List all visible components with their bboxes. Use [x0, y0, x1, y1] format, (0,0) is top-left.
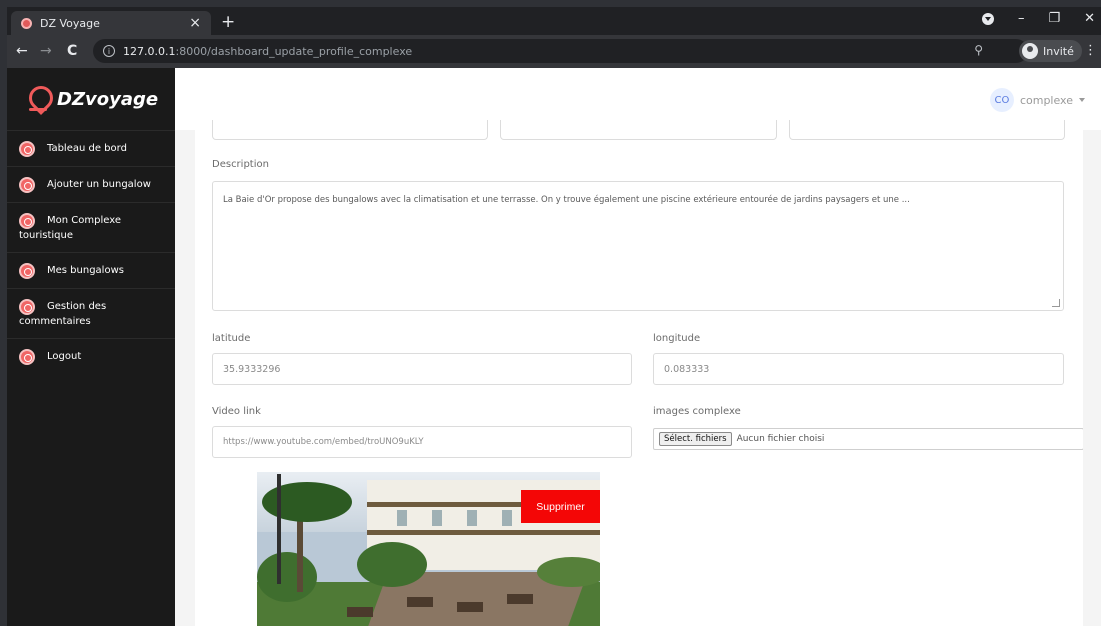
zoom-icon[interactable]: ⚲ — [974, 43, 983, 57]
sidebar-item-label-line1: Mon Complexe — [47, 215, 121, 226]
site-info-icon[interactable]: i — [103, 45, 115, 57]
latitude-value: 35.9333296 — [223, 363, 281, 375]
add-icon — [19, 177, 35, 193]
sidebar-item-label-line1: Gestion des — [47, 301, 107, 312]
latitude-label: latitude — [212, 333, 251, 344]
longitude-value: 0.083333 — [664, 363, 710, 375]
image-window — [432, 510, 442, 526]
home-icon — [19, 263, 35, 279]
description-label: Description — [212, 159, 269, 170]
minimize-button[interactable]: – — [1018, 11, 1025, 26]
sidebar-item-label: Logout — [47, 351, 82, 362]
image-bush — [357, 542, 427, 587]
images-file-input[interactable]: Sélect. fichiers Aucun fichier choisi — [653, 428, 1084, 450]
user-menu[interactable]: CO complexe — [989, 88, 1085, 112]
form-field[interactable] — [212, 120, 489, 140]
description-textarea[interactable]: La Baie d'Or propose des bungalows avec … — [212, 181, 1064, 311]
sidebar-item-label-line2: touristique — [19, 230, 74, 241]
image-table — [347, 607, 373, 617]
sidebar-item-logout[interactable]: Logout — [7, 338, 175, 374]
video-link-label: Video link — [212, 406, 261, 417]
address-bar[interactable]: i 127.0.0.1 :8000/dashboard_update_profi… — [93, 39, 1028, 63]
browser-tab[interactable]: DZ Voyage × — [11, 11, 211, 35]
image-window — [397, 510, 407, 526]
complex-image: Supprimer — [257, 472, 600, 626]
sidebar-item-add-bungalow[interactable]: Ajouter un bungalow — [7, 166, 175, 202]
scrollbar[interactable] — [1083, 130, 1101, 626]
image-window — [467, 510, 477, 526]
choose-files-button[interactable]: Sélect. fichiers — [659, 432, 732, 446]
main-content: CO complexe Description La Baie d'Or pro… — [175, 68, 1101, 626]
profile-form-card: Description La Baie d'Or propose des bun… — [195, 120, 1084, 626]
forward-icon[interactable]: → — [40, 43, 52, 59]
image-window — [502, 510, 512, 526]
image-palm-fronds — [262, 482, 352, 522]
sidebar-item-comments[interactable]: Gestion des commentaires — [7, 288, 175, 338]
sidebar-item-label: Mes bungalows — [47, 265, 124, 276]
tab-search-icon[interactable] — [981, 12, 994, 25]
chevron-down-icon — [1079, 98, 1085, 102]
browser-tab-bar: DZ Voyage × + – ❐ ✕ — [7, 7, 1101, 35]
sidebar: DZvoyage Tableau de bord Ajouter un bung… — [7, 68, 175, 626]
profile-button[interactable]: Invité — [1019, 40, 1082, 62]
resize-handle-icon[interactable] — [1052, 299, 1060, 307]
sidebar-item-dashboard[interactable]: Tableau de bord — [7, 130, 175, 166]
form-field[interactable] — [500, 120, 777, 140]
image-table — [407, 597, 433, 607]
sidebar-item-my-bungalows[interactable]: Mes bungalows — [7, 252, 175, 288]
image-table — [457, 602, 483, 612]
sidebar-item-label-line2: commentaires — [19, 316, 91, 327]
images-label: images complexe — [653, 406, 741, 417]
sidebar-item-label: Tableau de bord — [47, 143, 127, 154]
delete-image-button[interactable]: Supprimer — [521, 490, 600, 523]
url-host: 127.0.0.1 — [123, 44, 176, 58]
profile-label: Invité — [1043, 44, 1074, 58]
latitude-input[interactable]: 35.9333296 — [212, 353, 632, 385]
image-bush — [257, 552, 317, 602]
user-icon — [19, 213, 35, 229]
profile-avatar-icon — [1022, 43, 1038, 59]
longitude-input[interactable]: 0.083333 — [653, 353, 1064, 385]
longitude-label: longitude — [653, 333, 701, 344]
restore-button[interactable]: ❐ — [1048, 11, 1060, 26]
brand-logo[interactable]: DZvoyage — [7, 68, 175, 130]
window-controls: – ❐ ✕ — [981, 11, 1095, 26]
sidebar-item-label: Ajouter un bungalow — [47, 179, 151, 190]
form-field[interactable] — [788, 120, 1065, 140]
favicon-icon — [21, 17, 32, 29]
image-table — [507, 594, 533, 604]
video-link-input[interactable]: https://www.youtube.com/embed/troUNO9uKL… — [212, 426, 632, 458]
comments-icon — [19, 299, 35, 315]
image-lamp-post — [277, 474, 281, 584]
tab-title: DZ Voyage — [40, 16, 100, 30]
close-window-button[interactable]: ✕ — [1084, 11, 1095, 26]
url-path: :8000/dashboard_update_profile_complexe — [175, 44, 413, 58]
user-avatar: CO — [989, 88, 1014, 112]
back-icon[interactable]: ← — [16, 43, 28, 59]
video-link-value: https://www.youtube.com/embed/troUNO9uKL… — [223, 437, 424, 447]
username: complexe — [1019, 93, 1073, 107]
image-balcony — [367, 530, 600, 535]
description-value: La Baie d'Or propose des bungalows avec … — [223, 195, 910, 205]
power-icon — [19, 349, 35, 365]
top-field-row — [212, 120, 1065, 140]
brand-name: DZvoyage — [57, 88, 159, 110]
tab-close-icon[interactable]: × — [189, 15, 201, 31]
dashboard-icon — [19, 141, 35, 157]
location-pin-icon — [27, 86, 49, 112]
reload-icon[interactable]: C — [67, 43, 77, 59]
image-bush — [537, 557, 600, 587]
sidebar-item-my-complex[interactable]: Mon Complexe touristique — [7, 202, 175, 252]
browser-toolbar: ← → C i 127.0.0.1 :8000/dashboard_update… — [7, 35, 1101, 68]
file-status: Aucun fichier choisi — [736, 434, 825, 444]
browser-menu-icon[interactable]: ⋮ — [1084, 43, 1097, 58]
new-tab-button[interactable]: + — [221, 12, 235, 32]
